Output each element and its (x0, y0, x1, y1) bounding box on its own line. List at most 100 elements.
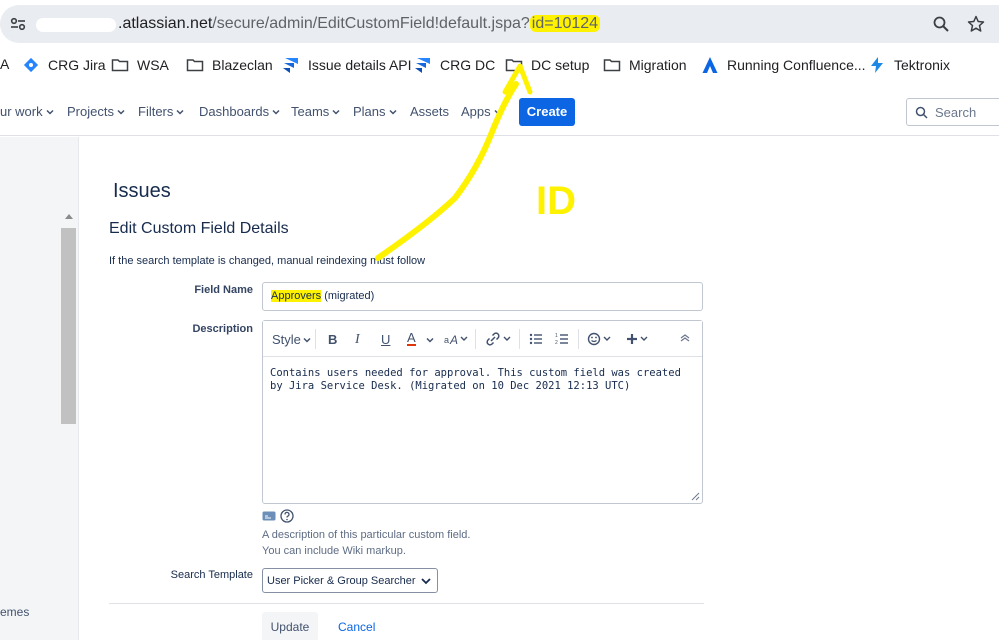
bookmark-label: CRG Jira (48, 57, 106, 73)
search-template-select[interactable]: User Picker & Group Searcher (262, 568, 438, 593)
wiki-markup-icon[interactable] (262, 510, 276, 522)
description-text[interactable]: Contains users needed for approval. This… (270, 367, 698, 393)
address-bar[interactable]: .atlassian.net/secure/admin/EditCustomFi… (0, 5, 999, 43)
help-icon[interactable] (280, 509, 294, 523)
folder-icon (603, 56, 621, 74)
underline-button[interactable]: U (381, 332, 390, 347)
resize-handle-icon[interactable] (691, 492, 700, 501)
nav-plans[interactable]: Plans (353, 104, 397, 119)
nav-projects[interactable]: Projects (67, 104, 125, 119)
emoji-icon (587, 332, 613, 346)
url-path: /secure/admin/EditCustomField!default.js… (212, 15, 530, 32)
field-name-input[interactable]: Approvers (migrated) (262, 282, 703, 311)
bookmark-tektronix[interactable]: Tektronix (868, 56, 950, 74)
bookmark-wsa[interactable]: WSA (111, 56, 169, 74)
nav-label: ur work (0, 104, 43, 119)
field-name-label: Field Name (103, 284, 253, 296)
text-format-icon: aA (444, 332, 468, 346)
nav-apps[interactable]: Apps (461, 104, 502, 119)
description-label: Description (103, 323, 253, 335)
collapse-toolbar-button[interactable] (679, 332, 691, 347)
url-domain: .atlassian.net (118, 15, 212, 32)
bookmark-crg-jira[interactable]: CRG Jira (22, 56, 106, 74)
cancel-link[interactable]: Cancel (338, 620, 375, 634)
bookmark-partial[interactable]: A (0, 56, 9, 72)
nav-teams[interactable]: Teams (291, 104, 340, 119)
nav-label: Teams (291, 104, 329, 119)
jira-diamond-icon (22, 56, 40, 74)
bookmark-label: Migration (629, 57, 687, 73)
nav-filters[interactable]: Filters (138, 104, 184, 119)
jira-logo-icon (282, 56, 300, 74)
numbered-list-button[interactable]: 12 (555, 332, 569, 349)
jira-logo-icon (414, 56, 432, 74)
link-button[interactable] (486, 332, 512, 349)
svg-text:A: A (449, 333, 458, 346)
search-icon (915, 106, 928, 119)
reindex-note: If the search template is changed, manua… (109, 255, 425, 267)
chevron-down-icon[interactable] (426, 336, 434, 344)
text-color-button[interactable]: A (407, 332, 416, 346)
bookmark-label: Issue details API (308, 57, 412, 73)
bullet-list-button[interactable] (529, 332, 543, 349)
bookmark-crg-dc[interactable]: CRG DC (414, 56, 495, 74)
bookmark-running-confluence[interactable]: Running Confluence... (701, 56, 866, 74)
nav-label: Filters (138, 104, 173, 119)
search-template-value: User Picker & Group Searcher (267, 575, 416, 587)
bookmark-dc-setup[interactable]: DC setup (505, 56, 589, 74)
svg-text:2: 2 (555, 340, 558, 346)
chevron-down-icon (421, 577, 431, 585)
description-editor[interactable]: Style B I U A aA 12 Contains users neede… (262, 320, 703, 504)
jira-top-nav: ur work Projects Filters Dashboards Team… (0, 88, 999, 136)
redacted-subdomain (36, 18, 116, 32)
nav-label: Apps (461, 104, 491, 119)
scrollbar-thumb[interactable] (61, 228, 76, 424)
chevron-down-icon (389, 108, 397, 116)
insert-more-button[interactable] (625, 332, 651, 349)
bookmark-star-icon[interactable] (967, 15, 985, 33)
bookmark-label: A (0, 56, 9, 72)
bookmark-label: DC setup (531, 57, 589, 73)
nav-assets[interactable]: Assets (410, 104, 449, 119)
nav-dashboards[interactable]: Dashboards (199, 104, 280, 119)
toolbar-separator (578, 329, 579, 349)
search-input[interactable]: Search (906, 98, 999, 126)
bookmark-migration[interactable]: Migration (603, 56, 687, 74)
site-settings-icon[interactable] (8, 14, 28, 34)
description-help: A description of this particular custom … (262, 527, 470, 559)
chevron-down-icon (272, 108, 280, 116)
scroll-up-arrow-icon[interactable] (65, 214, 73, 219)
editor-help-icons (262, 509, 294, 523)
url-text[interactable]: .atlassian.net/secure/admin/EditCustomFi… (118, 15, 600, 33)
numbered-list-icon: 12 (555, 332, 569, 346)
italic-button[interactable]: I (355, 332, 360, 348)
plus-icon (625, 332, 651, 346)
bookmark-issue-details-api[interactable]: Issue details API (282, 56, 412, 74)
text-format-button[interactable]: aA (444, 332, 468, 349)
create-button[interactable]: Create (519, 98, 575, 126)
nav-label: Dashboards (199, 104, 269, 119)
nav-your-work[interactable]: ur work (0, 104, 54, 119)
section-title: Edit Custom Field Details (109, 220, 289, 238)
form-divider (109, 603, 704, 604)
toolbar-separator (519, 329, 520, 349)
bookmark-label: Tektronix (894, 57, 950, 73)
toolbar-separator (315, 329, 316, 349)
chevron-down-icon (46, 108, 54, 116)
svg-text:1: 1 (555, 333, 558, 339)
sidebar-item-schemes[interactable]: emes (0, 605, 29, 619)
chevron-down-icon (494, 108, 502, 116)
bookmark-label: Running Confluence... (727, 57, 866, 73)
search-template-label: Search Template (103, 569, 253, 581)
zoom-icon[interactable] (932, 15, 950, 33)
bold-button[interactable]: B (328, 332, 337, 347)
update-button[interactable]: Update (262, 612, 318, 640)
double-chevron-up-icon (679, 332, 691, 344)
annotation-id-label: ID (536, 179, 576, 223)
style-dropdown[interactable]: Style (272, 332, 311, 347)
chevron-down-icon (117, 108, 125, 116)
emoji-button[interactable] (587, 332, 613, 349)
chevron-down-icon (332, 108, 340, 116)
folder-icon (505, 56, 523, 74)
bookmark-blazeclan[interactable]: Blazeclan (186, 56, 273, 74)
